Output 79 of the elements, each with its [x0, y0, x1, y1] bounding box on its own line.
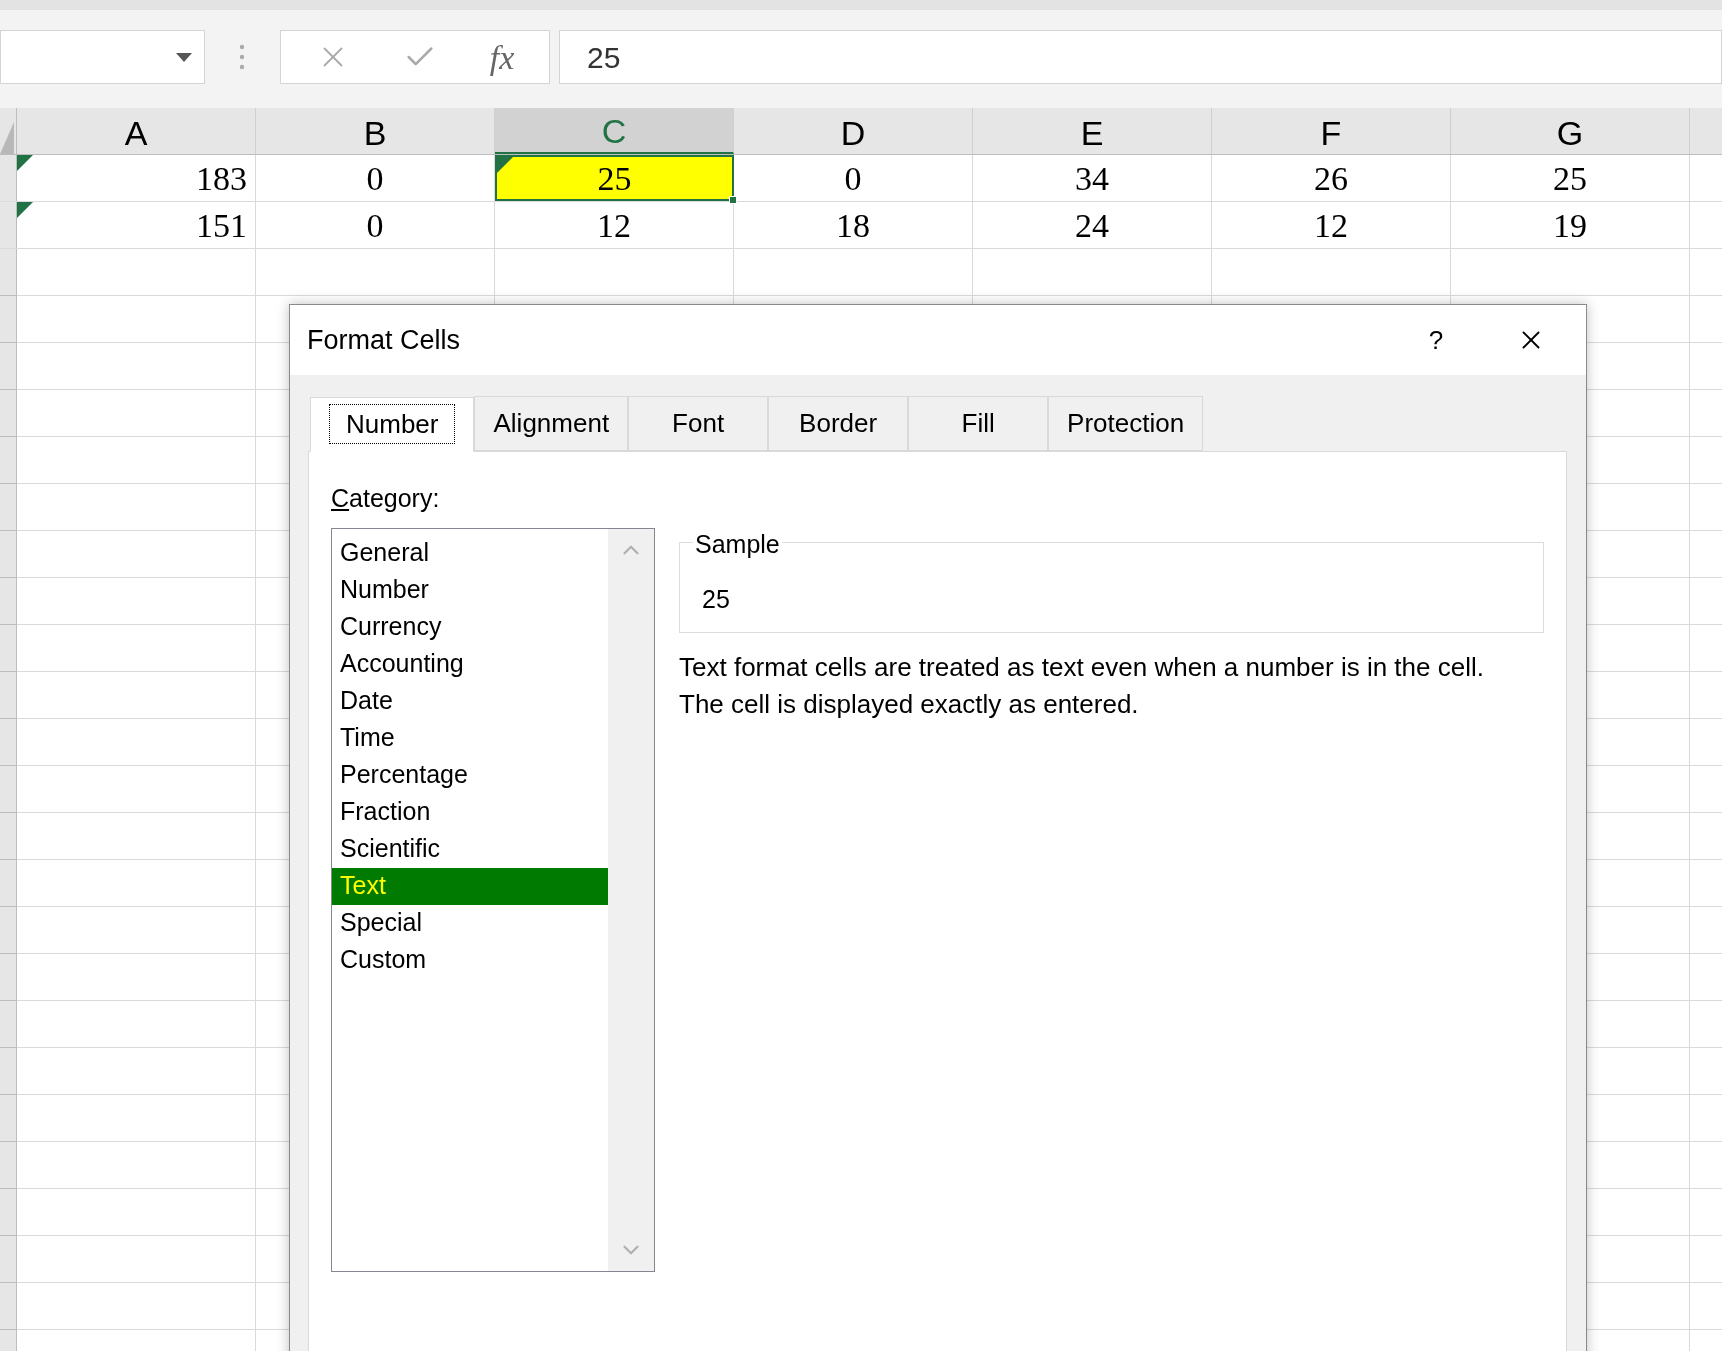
category-item[interactable]: Number — [332, 571, 608, 609]
row-header[interactable] — [0, 578, 17, 625]
cell[interactable]: 0 — [734, 155, 973, 201]
row-header[interactable] — [0, 672, 17, 719]
row-header[interactable] — [0, 1189, 17, 1236]
row-header[interactable] — [0, 296, 17, 343]
formula-field[interactable]: 25 — [559, 30, 1722, 84]
category-item[interactable]: Fraction — [332, 793, 608, 831]
category-item[interactable]: Currency — [332, 608, 608, 646]
row-header[interactable] — [0, 202, 17, 248]
cell[interactable]: 183 — [17, 155, 256, 201]
cell[interactable]: 12 — [1212, 202, 1451, 248]
category-item[interactable]: Special — [332, 904, 608, 942]
row-header[interactable] — [0, 1236, 17, 1283]
select-all-corner[interactable] — [0, 108, 17, 154]
help-button[interactable]: ? — [1411, 315, 1461, 365]
row-header[interactable] — [0, 1048, 17, 1095]
cell[interactable]: 25 — [495, 155, 734, 201]
tab[interactable]: Border — [768, 396, 909, 451]
description-text: Text format cells are treated as text even when a number is in the cell. — [679, 651, 1485, 684]
row-header[interactable] — [0, 343, 17, 390]
category-item[interactable]: Text — [332, 867, 608, 905]
dropdown-caret-icon — [176, 52, 192, 62]
category-item[interactable]: Custom — [332, 941, 608, 979]
tab[interactable]: Fill — [908, 396, 1049, 451]
category-item[interactable]: Percentage — [332, 756, 608, 794]
row-header[interactable] — [0, 954, 17, 1001]
row-header[interactable] — [0, 390, 17, 437]
tab[interactable]: Font — [628, 396, 769, 451]
row-header[interactable] — [0, 437, 17, 484]
column-header[interactable]: C — [495, 108, 734, 154]
description-text: The cell is displayed exactly as entered. — [679, 688, 1140, 721]
row-header[interactable] — [0, 1001, 17, 1048]
drag-handle-icon — [239, 44, 245, 70]
column-header[interactable]: A — [17, 108, 256, 154]
row-header[interactable] — [0, 249, 17, 296]
cell[interactable]: 151 — [17, 202, 256, 248]
row-header[interactable] — [0, 860, 17, 907]
row-header[interactable] — [0, 719, 17, 766]
row-header[interactable] — [0, 1142, 17, 1189]
category-list[interactable]: General Number Currency Accounting Date Time Percentage Fraction Scientific Text Special Custom — [331, 527, 655, 1272]
insert-function-button[interactable]: fx — [489, 31, 515, 83]
row-header[interactable] — [0, 1095, 17, 1142]
cell[interactable]: 25 — [1451, 155, 1690, 201]
row-header[interactable] — [0, 484, 17, 531]
tab[interactable]: Number — [310, 397, 475, 452]
category-item[interactable]: Accounting — [332, 645, 608, 683]
tab[interactable]: Alignment — [474, 396, 629, 451]
category-item[interactable]: Scientific — [332, 830, 608, 868]
row-header[interactable] — [0, 766, 17, 813]
cell[interactable]: 12 — [495, 202, 734, 248]
column-header[interactable]: D — [734, 108, 973, 154]
column-header[interactable]: G — [1451, 108, 1690, 154]
fill-handle-icon[interactable] — [729, 196, 737, 204]
cell[interactable]: 19 — [1451, 202, 1690, 248]
row-header[interactable] — [0, 531, 17, 578]
row-header[interactable] — [0, 155, 17, 201]
row-header[interactable] — [0, 907, 17, 954]
cell[interactable]: 18 — [734, 202, 973, 248]
tab[interactable]: Protection — [1048, 396, 1204, 451]
error-indicator-icon — [17, 202, 33, 218]
category-item[interactable]: General — [332, 534, 608, 572]
cell[interactable]: 26 — [1212, 155, 1451, 201]
category-item[interactable]: Time — [332, 719, 608, 757]
dialog-title: Format Cells — [307, 323, 461, 357]
cell[interactable]: 0 — [256, 202, 495, 248]
scrollbar[interactable] — [608, 528, 654, 1271]
category-item[interactable]: Date — [332, 682, 608, 720]
category-label: Category: — [331, 483, 441, 514]
column-header[interactable]: F — [1212, 108, 1451, 154]
column-header[interactable]: E — [973, 108, 1212, 154]
row-header[interactable] — [0, 813, 17, 860]
name-box[interactable] — [0, 30, 205, 84]
row-header[interactable] — [0, 625, 17, 672]
cell[interactable]: 24 — [973, 202, 1212, 248]
cell[interactable]: 34 — [973, 155, 1212, 201]
error-indicator-icon — [497, 157, 513, 173]
row-header[interactable] — [0, 1283, 17, 1330]
sample-value: 25 — [702, 585, 730, 613]
